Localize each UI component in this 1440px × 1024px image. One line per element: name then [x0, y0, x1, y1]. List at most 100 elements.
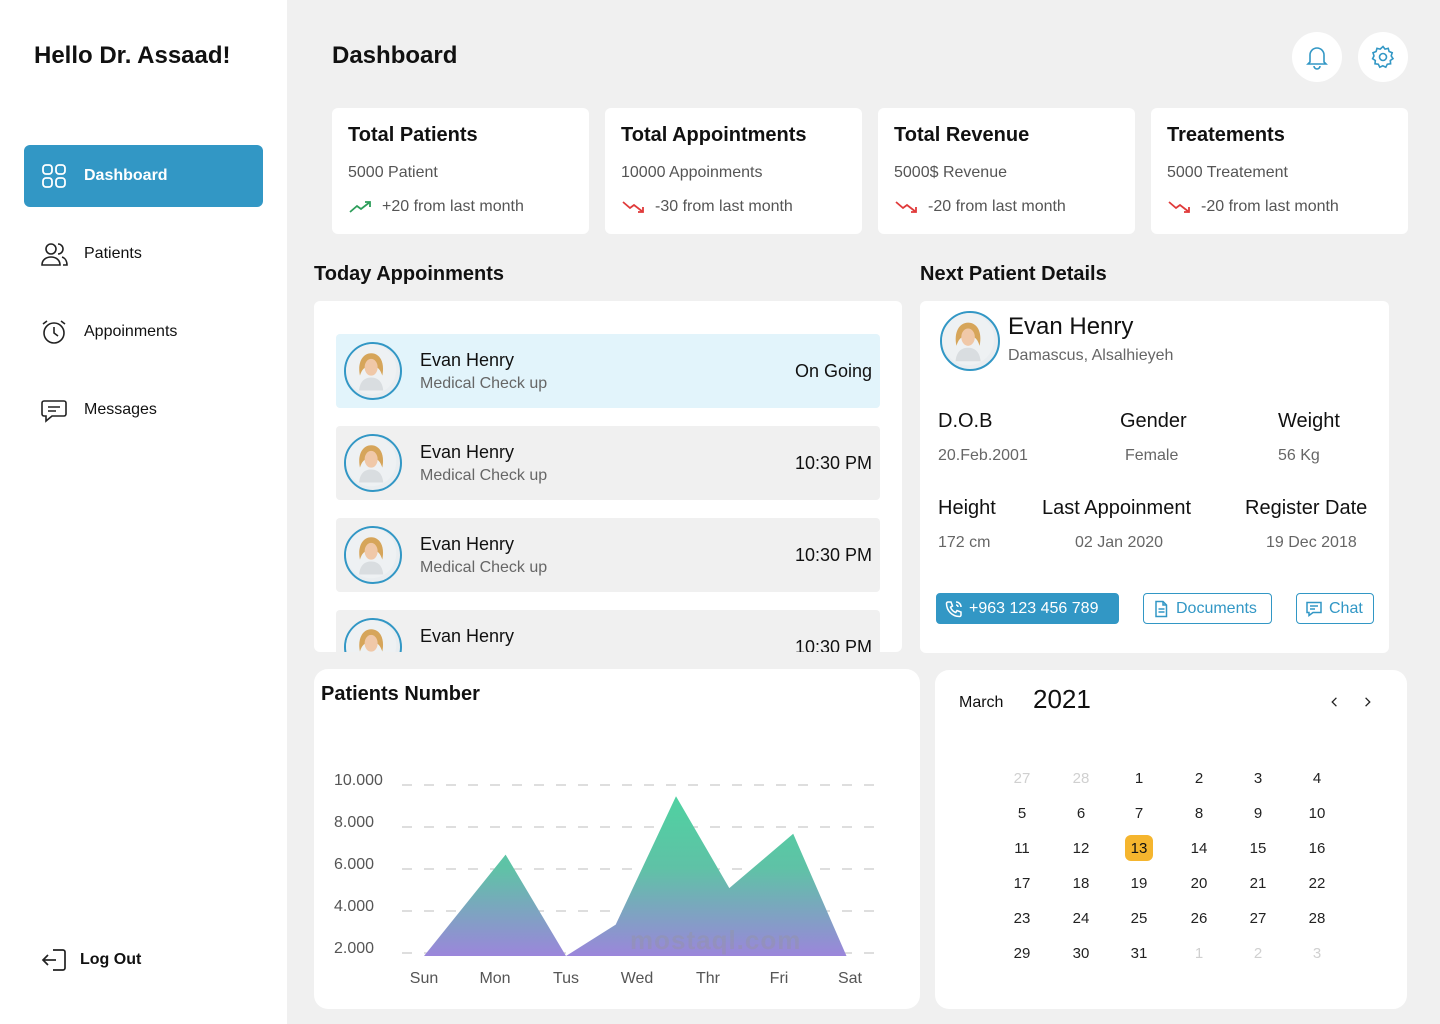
calendar-prev-button[interactable] — [1325, 692, 1345, 712]
appointment-row[interactable]: Evan Henry Medical Check up 10:30 PM — [336, 426, 880, 500]
appointment-status: 10:30 PM — [794, 636, 872, 653]
calendar-day[interactable]: 26 — [1185, 905, 1213, 931]
settings-button[interactable] — [1358, 32, 1408, 82]
documents-label: Documents — [1176, 599, 1257, 617]
sidebar-item-messages[interactable]: Messages — [24, 379, 263, 441]
x-tick-label: Sun — [410, 970, 438, 987]
sidebar-item-appointments[interactable]: Appoinments — [24, 301, 263, 363]
stat-change: -20 from last month — [1167, 198, 1392, 216]
calendar-day[interactable]: 5 — [1008, 800, 1036, 826]
documents-button[interactable]: Documents — [1143, 593, 1272, 624]
calendar-day[interactable]: 28 — [1303, 905, 1331, 931]
y-tick-label: 10.000 — [334, 772, 383, 789]
alarm-clock-icon — [42, 320, 66, 344]
calendar-next-button[interactable] — [1357, 692, 1377, 712]
chat-button[interactable]: Chat — [1296, 593, 1374, 624]
calendar-day[interactable]: 18 — [1067, 870, 1095, 896]
calendar-day[interactable]: 2 — [1185, 765, 1213, 791]
avatar — [344, 618, 402, 652]
calendar-day[interactable]: 7 — [1125, 800, 1153, 826]
calendar-day[interactable]: 8 — [1185, 800, 1213, 826]
phone-number: +963 123 456 789 — [969, 599, 1099, 617]
calendar-day[interactable]: 3 — [1244, 765, 1272, 791]
calendar-day[interactable]: 9 — [1244, 800, 1272, 826]
stat-value: 5000 Patient — [348, 164, 438, 181]
appointment-type: Medical Check up — [420, 558, 548, 576]
users-icon — [41, 243, 68, 266]
calendar-day[interactable]: 22 — [1303, 870, 1331, 896]
trend-down-icon — [622, 201, 644, 213]
stat-change: -30 from last month — [621, 198, 846, 216]
y-tick-label: 2.000 — [334, 940, 374, 957]
greeting: Hello Dr. Assaad! — [34, 42, 231, 69]
gear-icon — [1371, 45, 1395, 69]
calendar-day[interactable]: 6 — [1067, 800, 1095, 826]
calendar-day[interactable]: 11 — [1008, 835, 1036, 861]
x-tick-label: Mon — [479, 970, 510, 987]
calendar-day[interactable]: 2 — [1244, 940, 1272, 966]
chat-label: Chat — [1329, 599, 1363, 617]
calendar-day[interactable]: 12 — [1067, 835, 1095, 861]
bell-icon — [1306, 47, 1328, 70]
appointment-type: Medical Check up — [420, 466, 548, 484]
x-tick-label: Tus — [553, 970, 579, 987]
notifications-button[interactable] — [1292, 32, 1342, 82]
last-appointment-value: 02 Jan 2020 — [1075, 534, 1164, 551]
appointment-row[interactable]: Evan Henry Medical Check up On Going — [336, 334, 880, 408]
calendar-day[interactable]: 21 — [1244, 870, 1272, 896]
calendar-day[interactable]: 28 — [1067, 765, 1095, 791]
calendar-year: 2021 — [1033, 684, 1091, 714]
calendar-day[interactable]: 20 — [1185, 870, 1213, 896]
appointment-name: Evan Henry — [420, 441, 515, 462]
calendar-day[interactable]: 16 — [1303, 835, 1331, 861]
calendar-day[interactable]: 1 — [1185, 940, 1213, 966]
calendar-day[interactable]: 27 — [1008, 765, 1036, 791]
calendar-day[interactable]: 15 — [1244, 835, 1272, 861]
stat-card-total-revenue: Total Revenue 5000$ Revenue -20 from las… — [878, 108, 1135, 234]
stat-card-treatments: Treatements 5000 Treatement -20 from las… — [1151, 108, 1408, 234]
calendar-day[interactable]: 30 — [1067, 940, 1095, 966]
stat-card-total-appointments: Total Appointments 10000 Appoinments -30… — [605, 108, 862, 234]
appointment-row[interactable]: Evan Henry Medical Check up 10:30 PM — [336, 518, 880, 592]
calendar-day[interactable]: 17 — [1008, 870, 1036, 896]
call-button[interactable]: +963 123 456 789 — [936, 593, 1119, 624]
page-title: Dashboard — [332, 42, 458, 69]
weight-label: Weight — [1278, 410, 1340, 432]
calendar-day[interactable]: 10 — [1303, 800, 1331, 826]
patients-number-chart: Patients Number 10.000 8.000 6.000 4.000 2.0… — [314, 669, 920, 1009]
calendar-day[interactable]: 23 — [1008, 905, 1036, 931]
calendar-day[interactable]: 24 — [1067, 905, 1095, 931]
x-tick-label: Fri — [770, 970, 789, 987]
height-label: Height — [938, 497, 996, 519]
logout-icon — [41, 949, 66, 971]
gender-value: Female — [1125, 447, 1179, 464]
stat-title: Total Appointments — [621, 124, 807, 146]
calendar-day[interactable]: 27 — [1244, 905, 1272, 931]
y-tick-label: 6.000 — [334, 856, 374, 873]
sidebar-item-dashboard[interactable]: Dashboard — [24, 145, 263, 207]
y-tick-label: 8.000 — [334, 814, 374, 831]
calendar-day[interactable]: 3 — [1303, 940, 1331, 966]
calendar-day[interactable]: 14 — [1185, 835, 1213, 861]
calendar-day[interactable]: 1 — [1125, 765, 1153, 791]
y-tick-label: 4.000 — [334, 898, 374, 915]
stat-change: -20 from last month — [894, 198, 1119, 216]
document-icon — [1155, 600, 1168, 617]
calendar-day[interactable]: 19 — [1125, 870, 1153, 896]
logout-button[interactable]: Log Out — [40, 946, 141, 974]
trend-up-icon — [349, 201, 371, 213]
sidebar-item-patients[interactable]: Patients — [24, 223, 263, 285]
calendar-day[interactable]: 31 — [1125, 940, 1153, 966]
appointment-name: Evan Henry — [420, 349, 515, 370]
chevron-right-icon — [1365, 697, 1371, 707]
calendar-day[interactable]: 29 — [1008, 940, 1036, 966]
appointment-status: 10:30 PM — [794, 452, 872, 473]
register-date-value: 19 Dec 2018 — [1266, 534, 1357, 551]
dob-label: D.O.B — [938, 410, 993, 432]
calendar-day[interactable]: 4 — [1303, 765, 1331, 791]
calendar-day-selected[interactable]: 13 — [1125, 835, 1153, 861]
appointment-row[interactable]: Evan Henry Medical Check up 10:30 PM — [336, 610, 880, 652]
calendar-day[interactable]: 25 — [1125, 905, 1153, 931]
patient-name: Evan Henry — [1008, 313, 1134, 340]
patient-details-card: Evan Henry Damascus, Alsalhieyeh D.O.B 2… — [920, 301, 1389, 653]
